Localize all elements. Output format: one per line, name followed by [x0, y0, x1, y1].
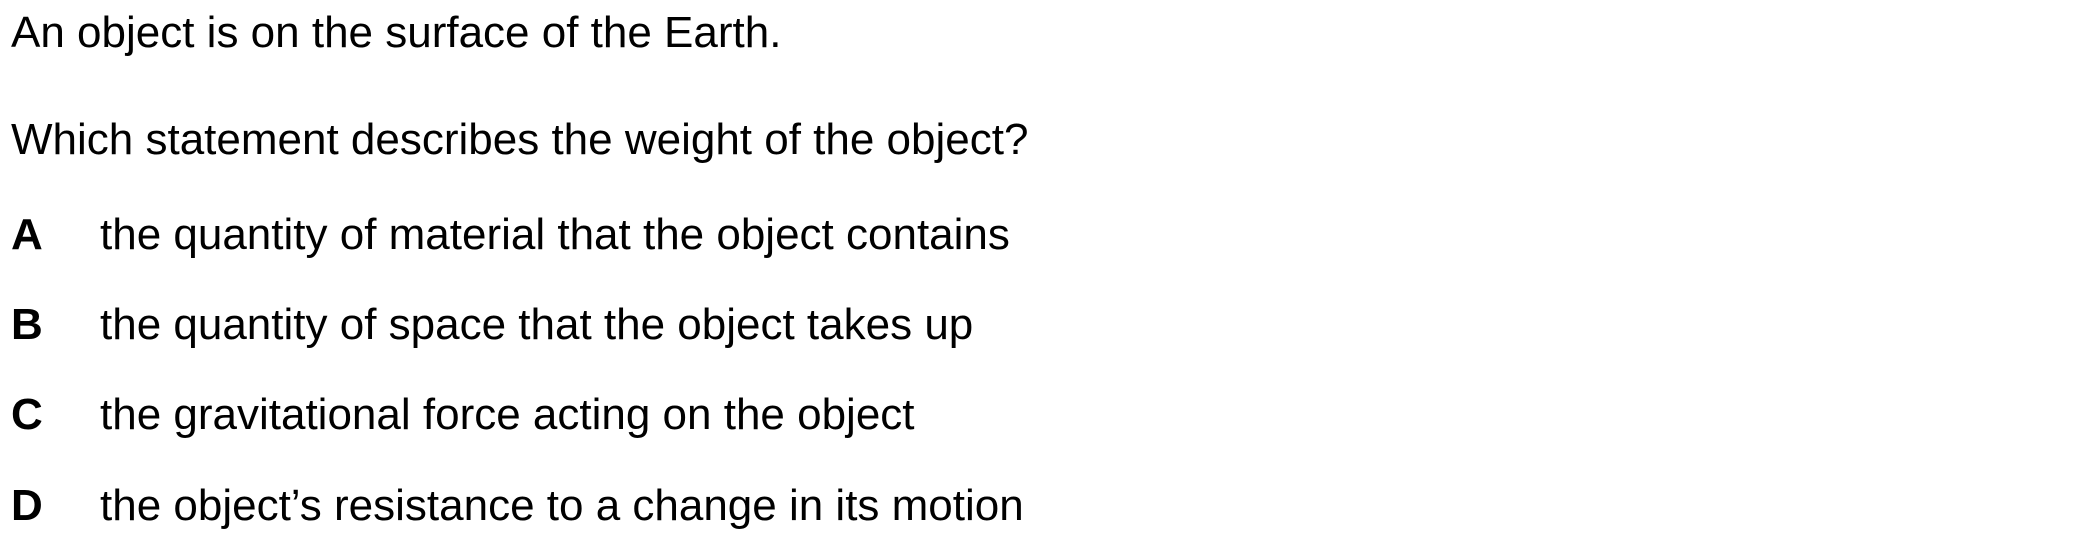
option-text: the quantity of space that the object ta…: [100, 300, 974, 349]
question-page: An object is on the surface of the Earth…: [0, 0, 2100, 540]
option-text: the quantity of material that the object…: [100, 210, 1010, 259]
question-prompt: Which statement describes the weight of …: [11, 115, 1029, 164]
option-text: the gravitational force acting on the ob…: [100, 390, 915, 439]
question-intro: An object is on the surface of the Earth…: [11, 8, 782, 57]
option-text: the object’s resistance to a change in i…: [100, 481, 1024, 530]
option-letter: D: [11, 481, 43, 530]
option-letter: A: [11, 210, 43, 259]
option-letter: C: [11, 390, 43, 439]
option-letter: B: [11, 300, 43, 349]
